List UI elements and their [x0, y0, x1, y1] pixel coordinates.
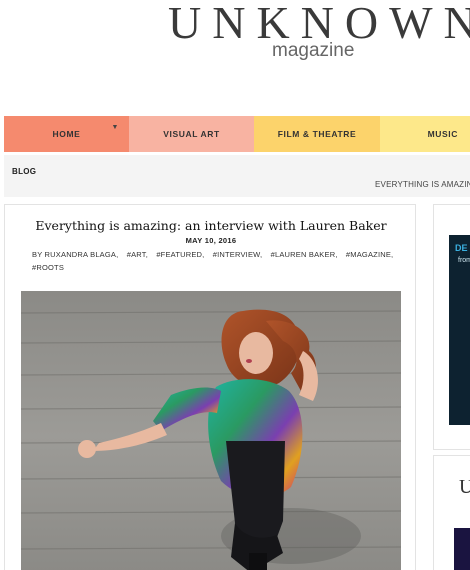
- site-logo-subtitle[interactable]: magazine: [272, 40, 354, 62]
- nav-item-home[interactable]: HOME ▼: [4, 116, 129, 152]
- tag-link[interactable]: #MAGAZINE,: [346, 250, 393, 259]
- news-ticker[interactable]: EVERYTHING IS AMAZIN: [375, 180, 470, 189]
- chevron-down-icon: ▼: [111, 124, 119, 131]
- sidebar-widget: U: [433, 455, 470, 570]
- main-nav: HOME ▼ VISUAL ART FILM & THEATRE MUSIC: [4, 116, 470, 152]
- tag-link[interactable]: #ART,: [127, 250, 148, 259]
- sidebar-ad-banner[interactable]: DE from: [449, 235, 470, 425]
- nav-item-film-theatre[interactable]: FILM & THEATRE: [254, 116, 380, 152]
- post-meta: BY RUXANDRA BLAGA, #ART, #FEATURED, #INT…: [32, 248, 402, 274]
- tag-link[interactable]: #INTERVIEW,: [213, 250, 263, 259]
- section-bar: BLOG EVERYTHING IS AMAZIN: [4, 155, 470, 197]
- sidebar-widget-title: U: [459, 476, 470, 498]
- breadcrumb[interactable]: BLOG: [12, 167, 36, 176]
- post-author-link[interactable]: BY RUXANDRA BLAGA,: [32, 250, 118, 259]
- nav-item-label: MUSIC: [427, 129, 458, 139]
- ad-subtext: from: [458, 257, 470, 264]
- nav-item-visual-art[interactable]: VISUAL ART: [129, 116, 254, 152]
- tag-link[interactable]: #ROOTS: [32, 263, 64, 272]
- sidebar-widget-ad: DE from: [433, 204, 470, 450]
- ad-headline: DE: [455, 243, 468, 253]
- sidebar-widget-image[interactable]: [454, 528, 470, 570]
- nav-item-label: HOME: [52, 129, 81, 139]
- post-article: Everything is amazing: an interview with…: [4, 204, 416, 570]
- post-featured-image[interactable]: [21, 291, 401, 570]
- nav-item-music[interactable]: MUSIC: [380, 116, 470, 152]
- nav-item-label: FILM & THEATRE: [277, 129, 357, 139]
- portrait-photo: [21, 291, 401, 570]
- tag-link[interactable]: #LAUREN BAKER,: [271, 250, 338, 259]
- nav-item-label: VISUAL ART: [163, 129, 220, 139]
- post-date: MAY 10, 2016: [185, 236, 237, 245]
- post-title[interactable]: Everything is amazing: an interview with…: [5, 218, 417, 233]
- tag-link[interactable]: #FEATURED,: [156, 250, 204, 259]
- masthead: UNKNOWN magazine: [0, 0, 470, 112]
